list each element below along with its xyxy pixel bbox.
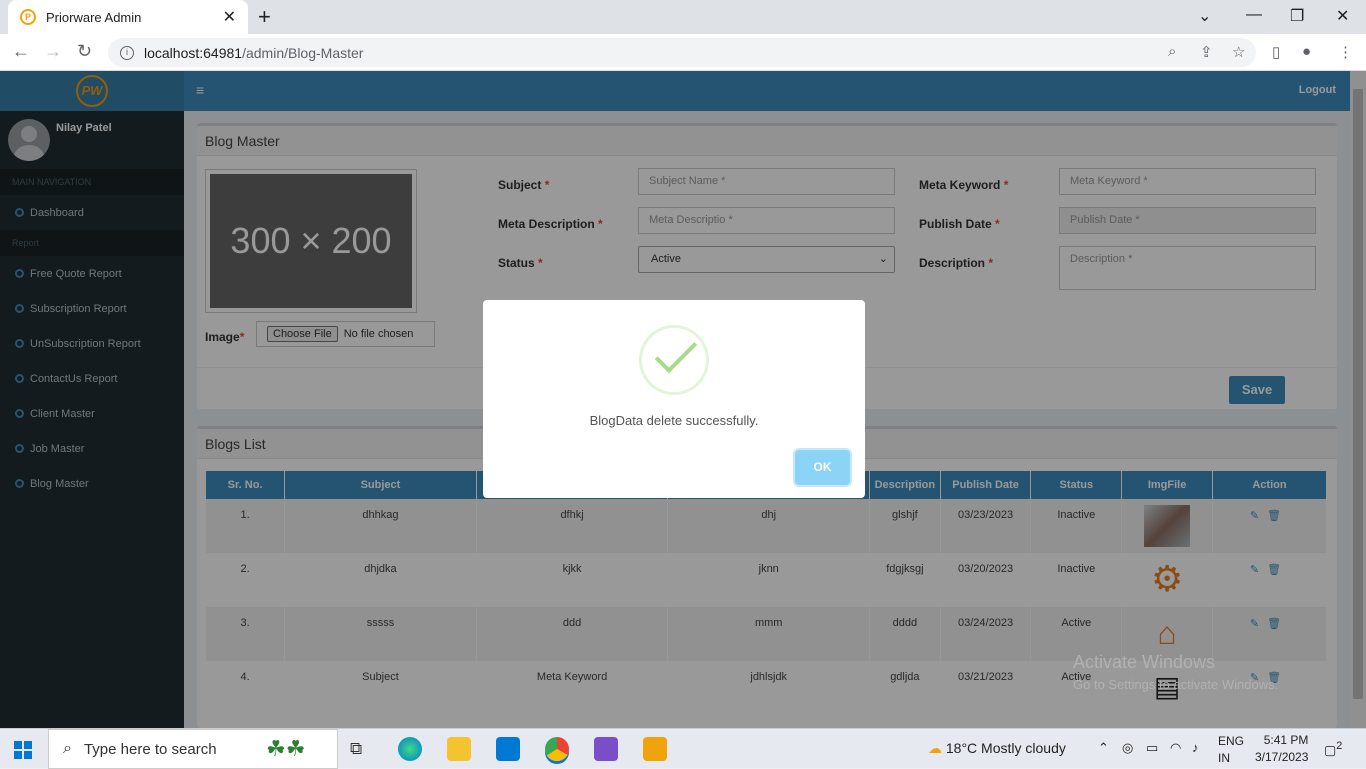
notifications-icon[interactable]: ▢2 [1324, 740, 1342, 758]
close-window-icon[interactable]: ✕ [1336, 6, 1349, 26]
task-view-icon[interactable]: ⧉ [350, 737, 374, 761]
zoom-icon[interactable]: ⌕ [1168, 43, 1176, 60]
meet-icon[interactable]: ◎ [1122, 740, 1133, 756]
back-icon[interactable]: ← [12, 41, 30, 62]
address-bar: ← → ↻ i localhost:64981/admin/Blog-Maste… [0, 34, 1366, 71]
file-explorer-icon[interactable] [447, 737, 471, 761]
chrome-icon[interactable] [545, 737, 569, 761]
profile-icon[interactable]: ● [1302, 43, 1311, 60]
minimize-icon[interactable]: — [1246, 6, 1262, 24]
windows-start-icon[interactable] [14, 741, 32, 759]
bookmark-star-icon[interactable]: ☆ [1232, 43, 1245, 61]
search-placeholder: Type here to search [83, 740, 217, 758]
wifi-icon[interactable]: ◠ [1170, 740, 1181, 756]
activate-windows-subtitle: Go to Settings to activate Windows. [1073, 677, 1279, 692]
visual-studio-icon[interactable] [594, 737, 618, 761]
edge-icon[interactable] [398, 737, 422, 761]
restore-icon[interactable]: ❐ [1290, 6, 1304, 26]
ok-button[interactable]: OK [795, 450, 850, 485]
search-icon: ⌕ [63, 740, 72, 757]
mail-icon[interactable] [496, 737, 520, 761]
clover-icon[interactable]: ☘☘ [266, 737, 326, 761]
url-host: localhost:64981 [144, 44, 243, 61]
language-indicator[interactable]: ENG IN [1218, 733, 1244, 767]
browser-tab[interactable]: P Priorware Admin ✕ [8, 0, 248, 34]
activate-windows-title: Activate Windows [1073, 652, 1216, 672]
battery-icon[interactable]: ▭ [1146, 740, 1158, 756]
site-info-icon[interactable]: i [120, 45, 134, 60]
cloud-icon: ☁ [928, 740, 942, 756]
clock-time: 5:41 PM [1263, 733, 1309, 747]
clock[interactable]: 5:41 PM 3/17/2023 [1255, 732, 1308, 766]
chevron-up-icon[interactable]: ⌃ [1098, 740, 1109, 756]
lang-region: IN [1218, 751, 1230, 765]
notification-count: 2 [1336, 740, 1343, 752]
tab-title: Priorware Admin [46, 9, 142, 25]
reload-icon[interactable]: ↻ [77, 41, 92, 62]
url-path: /admin/Blog-Master [242, 44, 364, 61]
lang-primary: ENG [1218, 734, 1245, 748]
sidepanel-icon[interactable]: ▯ [1272, 43, 1280, 61]
browser-tab-bar: P Priorware Admin ✕ + ⌄ — ❐ ✕ [0, 0, 1366, 34]
clock-date: 3/17/2023 [1255, 750, 1309, 764]
url-field[interactable]: i localhost:64981/admin/Blog-Master [108, 38, 1256, 67]
share-icon[interactable]: ⇪ [1200, 43, 1213, 61]
weather-text: 18°C Mostly cloudy [945, 740, 1066, 756]
app-icon[interactable] [643, 737, 667, 761]
close-tab-icon[interactable]: ✕ [223, 7, 236, 27]
favicon-icon: P [20, 9, 36, 25]
forward-icon[interactable]: → [44, 41, 62, 62]
menu-icon[interactable]: ⋮ [1338, 43, 1353, 61]
success-dialog: BlogData delete successfully. OK [483, 300, 865, 498]
taskbar: ⌕ Type here to search ☘☘ ⧉ ☁ 18°C Mostly … [0, 728, 1366, 769]
dialog-message: BlogData delete successfully. [589, 413, 759, 428]
weather-widget[interactable]: ☁ 18°C Mostly cloudy [928, 740, 1066, 757]
tab-search-icon[interactable]: ⌄ [1198, 6, 1211, 26]
volume-icon[interactable]: ♪ [1192, 740, 1199, 755]
new-tab-icon[interactable]: + [258, 4, 271, 30]
success-check-icon [639, 325, 709, 395]
